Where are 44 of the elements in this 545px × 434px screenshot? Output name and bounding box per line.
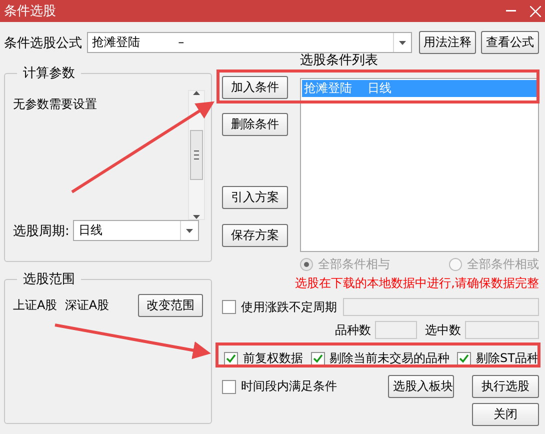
condition-button[interactable]: 加入条件	[222, 76, 288, 99]
group-title: 选股范围	[22, 271, 76, 288]
checkbox[interactable]: 使用涨跌不定周期	[222, 298, 337, 316]
scroll-thumb-icon[interactable]	[190, 130, 203, 180]
close-icon[interactable]	[530, 6, 541, 16]
dropdown-arrow-icon[interactable]	[186, 228, 194, 232]
scrollbar[interactable]	[188, 90, 205, 220]
condition-button[interactable]: 引入方案	[222, 186, 288, 209]
period-label: 选股周期:	[13, 222, 70, 240]
action-button[interactable]: 执行选股	[472, 375, 539, 398]
params-message: 无参数需要设置	[13, 96, 97, 113]
list-title: 选股条件列表	[300, 52, 379, 69]
checkbox[interactable]: 时间段内满足条件	[222, 378, 337, 395]
radio-label: 全部条件相与	[318, 256, 390, 273]
count-label: 选中数	[425, 322, 461, 338]
dropdown-arrow-icon[interactable]	[398, 40, 406, 44]
formula-dropdown[interactable]: 抢滩登陆 –	[87, 32, 412, 53]
checkbox[interactable]: 剔除当前未交易的品种	[310, 350, 450, 367]
count-field	[375, 321, 417, 339]
radio-button[interactable]	[449, 258, 462, 271]
checkmark-icon	[459, 354, 470, 363]
minimize-icon[interactable]	[506, 10, 516, 12]
change-range-button[interactable]: 改变范围	[138, 294, 203, 317]
formula-button[interactable]: 用法注释	[418, 31, 476, 54]
count-label: 品种数	[335, 322, 371, 338]
formula-button[interactable]: 查看公式	[480, 31, 539, 54]
condition-button[interactable]: 删除条件	[222, 113, 288, 136]
market-list: 上证A股 深证A股	[13, 297, 110, 314]
window-title: 条件选股	[4, 3, 56, 20]
period-dropdown[interactable]: 日线	[73, 220, 200, 241]
close-button[interactable]: 关闭	[472, 403, 539, 426]
checkmark-icon	[226, 354, 236, 363]
notice-text: 选股在下载的本地数据中进行,请确保数据完整	[295, 275, 539, 292]
dropdown-arrow-icon[interactable]	[193, 215, 200, 219]
radio-button[interactable]	[300, 258, 313, 271]
checkbox[interactable]: 前复权数据	[224, 350, 303, 367]
checkmark-icon	[312, 354, 323, 363]
action-button[interactable]: 选股入板块	[388, 375, 454, 398]
formula-label: 条件选股公式	[4, 34, 82, 52]
scroll-up-icon[interactable]	[193, 91, 200, 95]
group-title: 计算参数	[22, 65, 76, 82]
condition-button[interactable]: 保存方案	[222, 224, 288, 247]
radio-label: 全部条件相或	[467, 256, 539, 273]
period-field[interactable]	[343, 298, 539, 316]
